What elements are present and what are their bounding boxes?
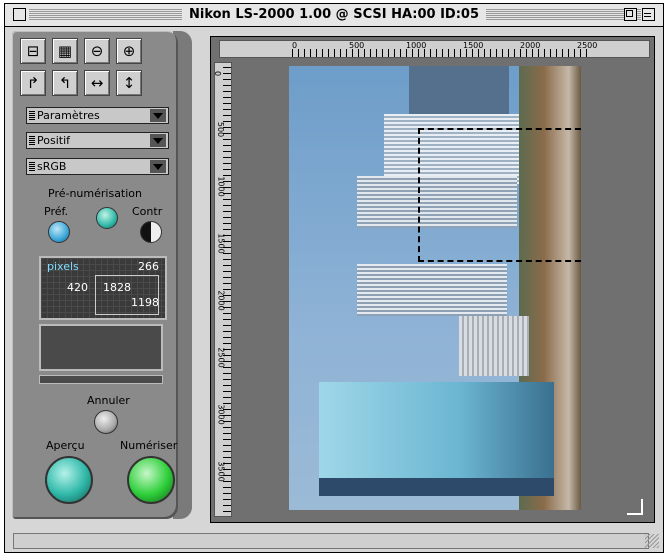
contrast-button[interactable] [140, 221, 162, 243]
srgb-dropdown[interactable]: sRGB [26, 158, 169, 175]
vertical-ruler: 0 500 1000 1500 2000 2500 3000 3500 [213, 62, 232, 517]
positif-dropdown[interactable]: Positif [26, 132, 169, 149]
collapse-box[interactable] [642, 8, 655, 21]
parametres-label: Paramètres [37, 109, 100, 122]
rotate-left-button[interactable]: ↰ [52, 70, 78, 96]
numeriser-label: Numériser [120, 439, 178, 452]
prescan-button[interactable] [96, 207, 118, 229]
vruler-label: 1500 [216, 233, 226, 254]
chevron-down-icon [150, 160, 166, 173]
zoom-out-icon: ⊖ [90, 42, 104, 60]
building-base [319, 478, 554, 496]
zoom-out-button[interactable]: ⊖ [84, 38, 110, 64]
zoom-box[interactable] [624, 8, 637, 21]
rotate-right-icon: ↱ [26, 74, 40, 92]
vruler-label: 3500 [216, 461, 226, 482]
vruler-label: 1000 [216, 176, 226, 197]
scanner-icon: ⊟ [26, 42, 40, 60]
zoom-in-button[interactable]: ⊕ [116, 38, 142, 64]
resize-corner-icon[interactable] [627, 499, 643, 515]
zoom-in-icon: ⊕ [122, 42, 136, 60]
grow-box-icon[interactable] [645, 534, 659, 548]
window-title: Nikon LS-2000 1.00 @ SCSI HA:00 ID:05 [181, 7, 486, 22]
checker-button[interactable]: ▦ [52, 38, 78, 64]
control-panel: ⊟ ▦ ⊖ ⊕ ↱ ↰ ↔ ↕ Paramètres Positif sRGB … [12, 31, 178, 519]
annuler-button[interactable] [94, 410, 118, 434]
left-value: 420 [67, 281, 88, 294]
selection-info-box: pixels 266 420 1828 1198 [39, 256, 167, 320]
building [357, 264, 507, 316]
grip-icon [29, 111, 35, 120]
vruler-label: 2500 [216, 347, 226, 368]
parametres-dropdown[interactable]: Paramètres [26, 107, 169, 124]
selection-marquee[interactable] [418, 128, 581, 262]
rotate-right-button[interactable]: ↱ [20, 70, 46, 96]
grip-icon [29, 136, 35, 145]
building [409, 66, 509, 114]
flip-vertical-icon: ↕ [122, 74, 136, 92]
width-value: 1828 [103, 281, 131, 294]
positif-label: Positif [37, 134, 70, 147]
vruler-label: 500 [216, 121, 226, 138]
srgb-label: sRGB [37, 160, 67, 173]
scanner-button[interactable]: ⊟ [20, 38, 46, 64]
pref-button[interactable] [48, 221, 70, 243]
vruler-label: 0 [213, 70, 223, 77]
top-value: 266 [138, 260, 159, 273]
prescan-title: Pré-numérisation [48, 187, 143, 200]
apercu-label: Aperçu [46, 439, 85, 452]
flip-horizontal-button[interactable]: ↔ [84, 70, 110, 96]
status-bar [13, 533, 649, 549]
rotate-left-icon: ↰ [58, 74, 72, 92]
chevron-down-icon [150, 109, 166, 122]
chevron-down-icon [150, 134, 166, 147]
scanner-window: Nikon LS-2000 1.00 @ SCSI HA:00 ID:05 ⊟ … [4, 3, 664, 553]
vruler-label: 2000 [216, 290, 226, 311]
flip-vertical-button[interactable]: ↕ [116, 70, 142, 96]
annuler-label: Annuler [87, 394, 130, 407]
hruler-ticks [292, 49, 592, 57]
vruler-label: 3000 [216, 404, 226, 425]
apercu-button[interactable] [45, 456, 93, 504]
flip-horizontal-icon: ↔ [90, 74, 104, 92]
building [459, 316, 529, 376]
numeriser-button[interactable] [127, 456, 175, 504]
units-label: pixels [47, 260, 79, 273]
title-bar[interactable]: Nikon LS-2000 1.00 @ SCSI HA:00 ID:05 [5, 4, 663, 27]
progress-bar [39, 375, 163, 384]
histogram-area [39, 324, 163, 371]
grip-icon [29, 162, 35, 171]
height-value: 1198 [131, 296, 159, 309]
preview-area[interactable]: 0 500 1000 1500 2000 2500 0 500 1000 150… [210, 36, 655, 523]
pref-label: Préf. [44, 205, 69, 218]
preview-image[interactable] [289, 66, 581, 510]
horizontal-ruler: 0 500 1000 1500 2000 2500 [219, 40, 650, 58]
checker-icon: ▦ [57, 42, 73, 60]
contr-label: Contr [132, 205, 163, 218]
